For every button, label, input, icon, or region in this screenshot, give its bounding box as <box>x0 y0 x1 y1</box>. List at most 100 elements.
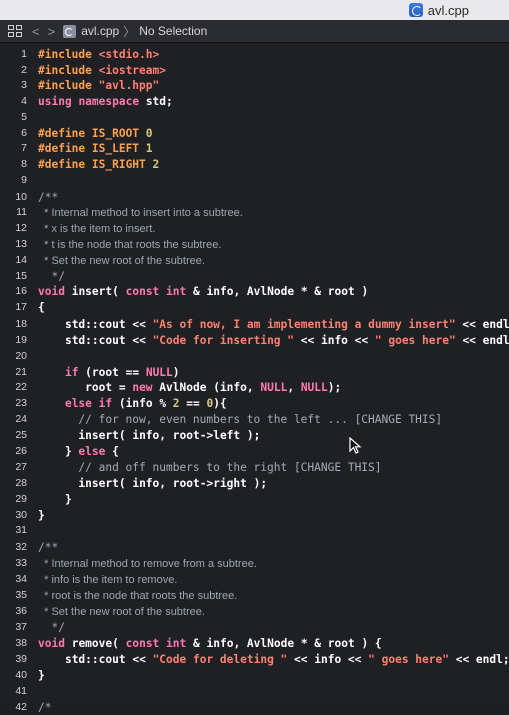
line-number: 11 <box>16 206 27 218</box>
related-items-icon[interactable] <box>8 25 22 37</box>
line-number: 25 <box>15 429 27 441</box>
line-number: 16 <box>15 285 27 297</box>
code-line[interactable]: 19 std::cout << "Code for inserting " <<… <box>0 333 509 348</box>
code-line[interactable]: 15 */ <box>0 269 509 284</box>
code-line[interactable]: 42 /* <box>0 700 509 715</box>
code-text[interactable]: /* <box>38 700 51 715</box>
code-line[interactable]: 10 /** <box>0 190 509 205</box>
code-line[interactable]: 2 #include <iostream> <box>0 63 509 78</box>
line-number: 36 <box>15 605 27 617</box>
code-text[interactable]: #include <stdio.h> <box>38 47 159 62</box>
code-text[interactable]: * info is the item to remove. <box>38 572 177 588</box>
code-line[interactable]: 18 std::cout << "As of now, I am impleme… <box>0 317 509 332</box>
code-line[interactable]: 37 */ <box>0 620 509 635</box>
code-line[interactable]: 23 else if (info % 2 == 0){ <box>0 396 509 411</box>
code-line[interactable]: 14 * Set the new root of the subtree. <box>0 253 509 268</box>
line-number: 8 <box>21 158 27 170</box>
code-text[interactable]: std::cout << "Code for deleting " << inf… <box>38 652 509 667</box>
code-line[interactable]: 31 <box>0 523 509 538</box>
code-text[interactable]: #define IS_ROOT 0 <box>38 126 153 141</box>
code-line[interactable]: 22 root = new AvlNode (info, NULL, NULL)… <box>0 380 509 395</box>
code-line[interactable]: 1 #include <stdio.h> <box>0 47 509 62</box>
code-line[interactable]: 21 if (root == NULL) <box>0 365 509 380</box>
code-line[interactable]: 20 <box>0 349 509 364</box>
code-line[interactable]: 39 std::cout << "Code for deleting " << … <box>0 652 509 667</box>
code-line[interactable]: 24 // for now, even numbers to the left … <box>0 412 509 427</box>
code-text[interactable]: root = new AvlNode (info, NULL, NULL); <box>38 380 341 395</box>
code-text[interactable]: void insert( const int & info, AvlNode *… <box>38 284 368 299</box>
code-text[interactable]: } else { <box>38 444 119 459</box>
code-line[interactable]: 8 #define IS_RIGHT 2 <box>0 157 509 172</box>
code-text[interactable]: void remove( const int & info, AvlNode *… <box>38 636 382 651</box>
code-line[interactable]: 29 } <box>0 492 509 507</box>
code-text[interactable]: * Set the new root of the subtree. <box>38 604 205 620</box>
code-line[interactable]: 13 * t is the node that roots the subtre… <box>0 237 509 252</box>
code-line[interactable]: 40} <box>0 668 509 683</box>
code-text[interactable]: // and off numbers to the right [CHANGE … <box>38 460 381 475</box>
code-line[interactable]: 33 * Internal method to remove from a su… <box>0 556 509 571</box>
code-line[interactable]: 25 insert( info, root->left ); <box>0 428 509 443</box>
code-text[interactable]: else if (info % 2 == 0){ <box>38 396 227 411</box>
code-text[interactable]: if (root == NULL) <box>38 365 180 380</box>
code-line[interactable]: 41 <box>0 684 509 699</box>
code-line[interactable]: 4 using namespace std; <box>0 94 509 109</box>
file-tab[interactable]: avl.cpp <box>408 3 469 18</box>
breadcrumb-file[interactable]: avl.cpp <box>81 24 119 38</box>
code-text[interactable]: /** <box>38 190 58 205</box>
code-line[interactable]: 3 #include "avl.hpp" <box>0 78 509 93</box>
code-text[interactable]: #define IS_LEFT 1 <box>38 141 153 156</box>
line-number: 20 <box>15 350 27 362</box>
code-line[interactable]: 12 * x is the item to insert. <box>0 221 509 236</box>
code-text[interactable]: #include "avl.hpp" <box>38 78 159 93</box>
line-number: 38 <box>15 637 27 649</box>
code-text[interactable]: * Internal method to insert into a subtr… <box>38 205 243 221</box>
code-text[interactable]: { <box>38 300 45 315</box>
code-text[interactable]: */ <box>38 269 64 284</box>
code-line[interactable]: 9 <box>0 173 509 188</box>
code-text[interactable]: std::cout << "As of now, I am implementi… <box>38 317 509 332</box>
code-text[interactable]: #include <iostream> <box>38 63 166 78</box>
code-line[interactable]: 38 void remove( const int & info, AvlNode… <box>0 636 509 651</box>
code-line[interactable]: 11 * Internal method to insert into a su… <box>0 205 509 220</box>
code-text[interactable]: * root is the node that roots the subtre… <box>38 588 237 604</box>
line-number: 5 <box>21 111 27 123</box>
code-line[interactable]: 7 #define IS_LEFT 1 <box>0 141 509 156</box>
code-text[interactable]: } <box>38 668 45 683</box>
line-number: 18 <box>15 318 27 330</box>
code-text[interactable]: #define IS_RIGHT 2 <box>38 157 159 172</box>
code-line[interactable]: 35 * root is the node that roots the sub… <box>0 588 509 603</box>
code-text[interactable]: // for now, even numbers to the left ...… <box>38 412 442 427</box>
code-text[interactable]: */ <box>38 620 64 635</box>
back-arrow-icon[interactable]: < <box>32 24 40 39</box>
code-text[interactable]: * t is the node that roots the subtree. <box>38 237 221 253</box>
code-line[interactable]: 26 } else { <box>0 444 509 459</box>
code-text[interactable]: } <box>38 492 72 507</box>
code-line[interactable]: 6 #define IS_ROOT 0 <box>0 126 509 141</box>
cpp-file-icon <box>408 3 423 17</box>
code-line[interactable]: 32 /** <box>0 540 509 555</box>
line-number: 12 <box>15 222 27 234</box>
code-line[interactable]: 27 // and off numbers to the right [CHAN… <box>0 460 509 475</box>
breadcrumb-selection[interactable]: No Selection <box>139 24 207 38</box>
code-text[interactable]: * Internal method to remove from a subtr… <box>38 556 257 572</box>
code-line[interactable]: 17 { <box>0 300 509 315</box>
code-text[interactable]: } <box>38 508 45 523</box>
breadcrumb-separator: 〉 <box>123 24 136 39</box>
code-text[interactable]: std::cout << "Code for inserting " << in… <box>38 333 509 348</box>
line-number: 41 <box>15 685 27 697</box>
code-line[interactable]: 30} <box>0 508 509 523</box>
line-number: 34 <box>15 573 27 585</box>
code-text[interactable]: /** <box>38 540 58 555</box>
code-line[interactable]: 28 insert( info, root->right ); <box>0 476 509 491</box>
code-text[interactable]: insert( info, root->right ); <box>38 476 267 491</box>
code-line[interactable]: 34 * info is the item to remove. <box>0 572 509 587</box>
code-line[interactable]: 16 void insert( const int & info, AvlNode… <box>0 284 509 299</box>
code-text[interactable]: insert( info, root->left ); <box>38 428 260 443</box>
code-text[interactable]: * Set the new root of the subtree. <box>38 253 205 269</box>
code-line[interactable]: 36 * Set the new root of the subtree. <box>0 604 509 619</box>
forward-arrow-icon[interactable]: > <box>48 24 56 39</box>
code-editor[interactable]: 1 #include <stdio.h> 2 #include <iostream> 3… <box>0 43 509 714</box>
code-line[interactable]: 5 <box>0 110 509 125</box>
code-text[interactable]: using namespace std; <box>38 94 173 109</box>
code-text[interactable]: * x is the item to insert. <box>38 221 155 237</box>
